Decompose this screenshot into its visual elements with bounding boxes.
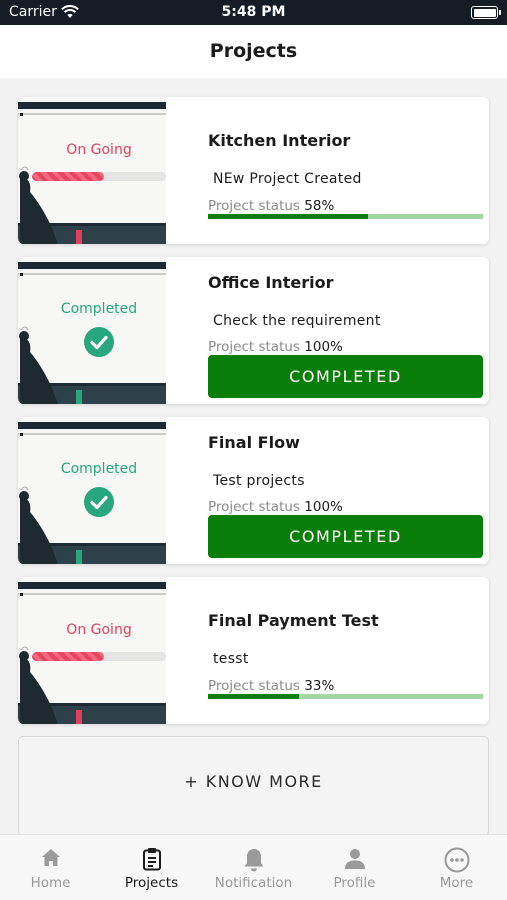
tab-projects[interactable]: Projects bbox=[101, 835, 202, 900]
bell-icon bbox=[244, 849, 263, 872]
status-percent: 33% bbox=[304, 678, 335, 694]
person-illustration bbox=[19, 166, 58, 244]
project-card[interactable]: On Going Final Payment Test tesst Projec… bbox=[18, 577, 489, 724]
thumbnail-status-text: Completed bbox=[60, 461, 138, 477]
thumbnail-status-text: On Going bbox=[66, 622, 132, 638]
project-thumbnail: Completed bbox=[18, 257, 166, 404]
clock-time: 5:48 PM bbox=[221, 4, 286, 20]
project-thumbnail: On Going bbox=[18, 97, 166, 244]
more-icon bbox=[444, 847, 469, 873]
project-description: NEw Project Created bbox=[213, 171, 362, 187]
tab-home-label: Home bbox=[30, 875, 71, 891]
project-title: Kitchen Interior bbox=[208, 131, 351, 150]
tab-profile-label: Profile bbox=[333, 875, 376, 891]
check-circle-icon bbox=[84, 487, 114, 517]
tab-more-label: More bbox=[439, 875, 474, 891]
thumbnail-status-text: On Going bbox=[66, 142, 132, 158]
project-thumbnail: On Going bbox=[18, 577, 166, 724]
status-label: Project status bbox=[208, 339, 300, 355]
status-label: Project status bbox=[208, 678, 300, 694]
completed-button[interactable]: COMPLETED bbox=[208, 355, 483, 398]
project-thumbnail: Completed bbox=[18, 417, 166, 564]
project-progress-bar bbox=[208, 694, 483, 699]
tab-notification-label: Notification bbox=[214, 875, 293, 891]
tab-bar: Home Projects Notification Profile More bbox=[0, 834, 507, 900]
person-illustration bbox=[19, 486, 58, 564]
completed-button[interactable]: COMPLETED bbox=[208, 515, 483, 558]
project-card[interactable]: Completed Final Flow Test projects Proje… bbox=[18, 417, 489, 564]
tab-notification[interactable]: Notification bbox=[203, 835, 304, 900]
status-label: Project status bbox=[208, 499, 300, 515]
thumbnail-status-text: Completed bbox=[60, 301, 138, 317]
project-description: tesst bbox=[213, 651, 249, 667]
project-card[interactable]: On Going Kitchen Interior NEw Project Cr… bbox=[18, 97, 489, 244]
clipboard-icon bbox=[142, 848, 161, 871]
project-status: Project status 58% bbox=[208, 198, 334, 214]
check-circle-icon bbox=[84, 327, 114, 357]
status-percent: 100% bbox=[304, 339, 343, 355]
home-icon bbox=[41, 849, 60, 866]
project-description: Check the requirement bbox=[213, 313, 381, 329]
nav-header: Projects bbox=[0, 25, 507, 78]
tab-more[interactable]: More bbox=[406, 835, 507, 900]
project-status: Project status 100% bbox=[208, 499, 343, 515]
status-percent: 100% bbox=[304, 499, 343, 515]
project-status: Project status 33% bbox=[208, 678, 334, 694]
project-title: Office Interior bbox=[208, 273, 334, 292]
page-title: Projects bbox=[209, 40, 298, 62]
status-label: Project status bbox=[208, 198, 300, 214]
tab-projects-label: Projects bbox=[124, 875, 179, 891]
tab-home[interactable]: Home bbox=[0, 835, 101, 900]
battery-icon bbox=[471, 6, 501, 19]
person-illustration bbox=[19, 646, 58, 724]
know-more-button[interactable]: + KNOW MORE bbox=[18, 736, 489, 836]
status-percent: 58% bbox=[304, 198, 335, 214]
project-description: Test projects bbox=[213, 473, 305, 489]
person-illustration bbox=[19, 326, 58, 404]
person-icon bbox=[344, 849, 365, 869]
project-status: Project status 100% bbox=[208, 339, 343, 355]
project-title: Final Flow bbox=[208, 433, 300, 452]
project-title: Final Payment Test bbox=[208, 611, 379, 630]
tab-profile[interactable]: Profile bbox=[304, 835, 405, 900]
project-card[interactable]: Completed Office Interior Check the requ… bbox=[18, 257, 489, 404]
status-bar: Carrier 5:48 PM bbox=[0, 0, 507, 25]
know-more-label: + KNOW MORE bbox=[184, 772, 323, 791]
project-progress-bar bbox=[208, 214, 483, 219]
